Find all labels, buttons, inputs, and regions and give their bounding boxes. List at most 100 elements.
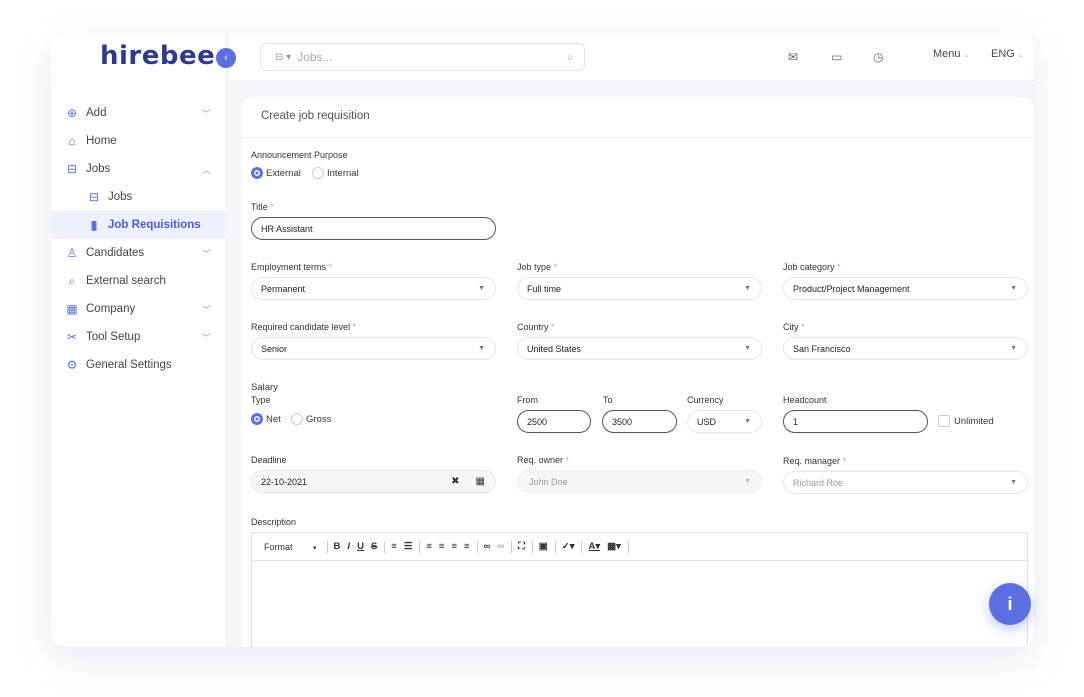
menu-label: Menu xyxy=(933,48,961,60)
job-category-select[interactable]: Product/Project Management ▼ xyxy=(783,277,1028,300)
toolbar-separator xyxy=(627,540,629,553)
calendar-icon[interactable]: ▦ xyxy=(476,476,485,487)
plus-circle-icon: ⊕ xyxy=(66,106,78,120)
sidebar: hirebee ⊕ Add ﹀ ⌂ Home ⊟ Jobs ︿ ⊟ Jobs ▮ xyxy=(51,33,227,647)
fullscreen-icon[interactable]: ⛶ xyxy=(518,541,525,552)
sidebar-item-home[interactable]: ⌂ Home xyxy=(51,127,227,155)
sidebar-item-add[interactable]: ⊕ Add ﹀ xyxy=(51,99,227,127)
select-value: Permanent xyxy=(261,283,306,294)
job-requisition-form-card: Create job requisition Announcement Purp… xyxy=(241,97,1034,647)
description-rich-text-editor[interactable]: Format ▾ B I U S ≡ ☰ ≡ ≡ ≡ ≡ ∞ ∞ ⛶ ▣ ✓▾ … xyxy=(251,532,1028,647)
country-label-text: Country xyxy=(517,322,549,332)
italic-icon[interactable]: I xyxy=(347,541,350,552)
info-button[interactable]: i xyxy=(989,583,1031,625)
sidebar-item-tool-setup[interactable]: ✂ Tool Setup ﹀ xyxy=(51,323,227,351)
unlimited-label: Unlimited xyxy=(954,416,994,427)
sidebar-item-external-search[interactable]: ⌕ External search xyxy=(51,267,227,295)
required-mark: * xyxy=(551,322,555,332)
employment-terms-select[interactable]: Permanent ▼ xyxy=(251,277,496,300)
salary-to-label: To xyxy=(603,395,613,405)
jobs-search-input[interactable]: ⊟ ▾ Jobs... ⌕ xyxy=(260,43,585,71)
clock-icon[interactable]: ◷ xyxy=(873,50,883,64)
currency-select[interactable]: USD ▼ xyxy=(687,410,762,433)
city-select[interactable]: San Francisco ▼ xyxy=(783,337,1028,360)
format-label: Format xyxy=(264,541,293,552)
clear-icon[interactable]: ✖ xyxy=(451,476,459,487)
job-category-label: Job category * xyxy=(783,262,841,272)
title-input[interactable]: HR Assistant xyxy=(251,217,496,240)
radio-dot-selected xyxy=(251,167,263,179)
salary-from-input[interactable]: 2500 xyxy=(517,410,591,433)
calendar-icon[interactable]: ▭ xyxy=(831,50,842,64)
image-icon[interactable]: ▣ xyxy=(539,541,548,552)
date-value: 22-10-2021 xyxy=(261,476,308,487)
background-color-icon[interactable]: ▩▾ xyxy=(607,541,621,552)
sidebar-subitem-jobs[interactable]: ⊟ Jobs xyxy=(51,183,227,211)
briefcase-dropdown-icon[interactable]: ⊟ ▾ xyxy=(275,52,291,63)
title-label: Title * xyxy=(251,202,274,212)
unlimited-checkbox[interactable] xyxy=(938,415,950,427)
req-owner-select[interactable]: John Doe ▼ xyxy=(517,470,762,493)
salary-to-input[interactable]: 3500 xyxy=(602,410,677,433)
candidate-level-select[interactable]: Senior ▼ xyxy=(251,337,496,360)
sidebar-item-general-settings[interactable]: ⚙ General Settings xyxy=(51,351,227,379)
align-right-icon[interactable]: ≡ xyxy=(451,541,457,552)
deadline-date-field[interactable]: 22-10-2021 ✖ ▦ xyxy=(251,470,496,493)
required-mark: * xyxy=(270,202,274,212)
select-value: Richard Roe xyxy=(793,477,844,488)
radio-net[interactable]: Net xyxy=(251,413,281,425)
radio-external[interactable]: External xyxy=(251,167,301,179)
sidebar-item-jobs[interactable]: ⊟ Jobs ︿ xyxy=(51,155,227,183)
radio-internal[interactable]: Internal xyxy=(312,167,359,179)
req-manager-select[interactable]: Richard Roe ▼ xyxy=(783,471,1028,494)
chevron-down-icon: ⌄ xyxy=(963,52,970,59)
headcount-input[interactable]: 1 xyxy=(783,410,928,433)
select-value: United States xyxy=(527,343,582,354)
align-left-icon[interactable]: ≡ xyxy=(426,541,432,552)
page-title: Create job requisition xyxy=(261,110,370,122)
app-window: hirebee ⊕ Add ﹀ ⌂ Home ⊟ Jobs ︿ ⊟ Jobs ▮ xyxy=(51,33,1034,647)
menu-dropdown[interactable]: Menu ⌄ xyxy=(933,48,969,60)
sidebar-item-company[interactable]: ▦ Company ﹀ xyxy=(51,295,227,323)
briefcase-icon: ⊟ xyxy=(88,190,100,204)
radio-gross[interactable]: Gross xyxy=(291,413,331,425)
sidebar-subitem-job-requisitions[interactable]: ▮ Job Requisitions xyxy=(51,211,227,239)
info-icon: i xyxy=(1007,593,1013,614)
language-dropdown[interactable]: ENG ⌄ xyxy=(991,48,1024,60)
mail-icon[interactable]: ✉ xyxy=(788,50,798,64)
numbered-list-icon[interactable]: ≡ xyxy=(391,541,397,552)
req-owner-label: Req. owner * xyxy=(517,455,569,465)
collapse-sidebar-button[interactable]: ‹ xyxy=(216,48,236,68)
hirebee-logo[interactable]: hirebee xyxy=(100,41,215,71)
align-justify-icon[interactable]: ≡ xyxy=(464,541,470,552)
tools-icon: ✂ xyxy=(66,330,78,344)
caret-down-icon: ▼ xyxy=(478,285,485,292)
country-select[interactable]: United States ▼ xyxy=(517,337,762,360)
align-center-icon[interactable]: ≡ xyxy=(439,541,445,552)
underline-icon[interactable]: U xyxy=(357,541,364,552)
bold-icon[interactable]: B xyxy=(334,541,341,552)
candidate-level-label: Required candidate level * xyxy=(251,322,356,332)
bullet-list-icon[interactable]: ☰ xyxy=(404,541,413,552)
toolbar-separator xyxy=(476,540,478,553)
job-type-select[interactable]: Full time ▼ xyxy=(517,277,762,300)
chevron-down-icon: ﹀ xyxy=(201,248,211,259)
search-icon[interactable]: ⌕ xyxy=(567,50,574,65)
spellcheck-icon[interactable]: ✓▾ xyxy=(562,541,575,552)
unlink-icon[interactable]: ∞ xyxy=(497,541,504,552)
sidebar-item-label: Job Requisitions xyxy=(108,219,201,231)
description-label: Description xyxy=(251,517,297,527)
sidebar-item-label: Jobs xyxy=(86,163,111,175)
building-icon: ▦ xyxy=(66,302,78,316)
search-placeholder: Jobs... xyxy=(297,50,333,64)
link-icon[interactable]: ∞ xyxy=(484,541,491,552)
text-color-icon[interactable]: A▾ xyxy=(588,541,600,552)
select-value: Senior xyxy=(261,343,288,354)
sidebar-item-candidates[interactable]: ♙ Candidates ﹀ xyxy=(51,239,227,267)
sidebar-item-label: Candidates xyxy=(86,247,145,259)
caret-down-icon: ▼ xyxy=(744,285,751,292)
toolbar-separator xyxy=(326,540,328,553)
format-dropdown[interactable]: Format ▾ xyxy=(264,542,317,552)
strikethrough-icon[interactable]: S xyxy=(371,541,377,552)
caret-down-icon: ▼ xyxy=(478,345,485,352)
